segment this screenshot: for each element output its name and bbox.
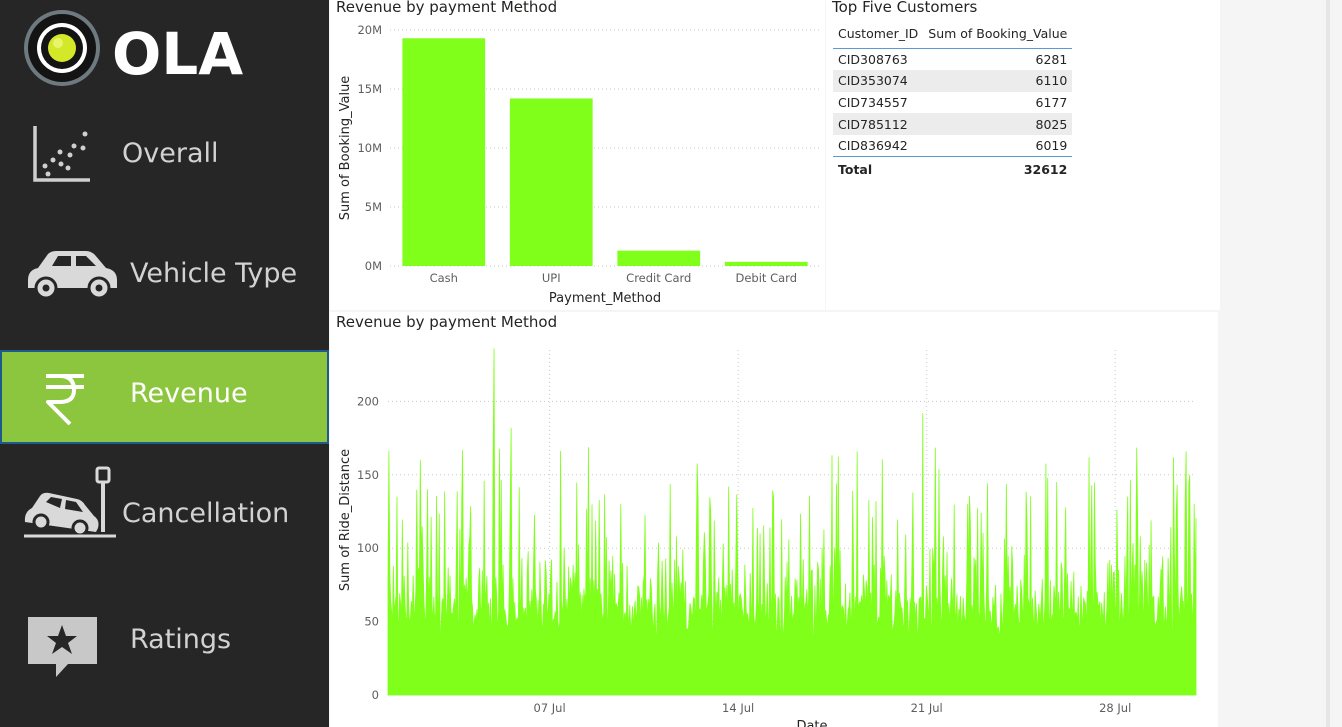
sidebar-item-overall[interactable]: Overall <box>0 106 329 200</box>
sidebar-item-label: Vehicle Type <box>130 258 298 289</box>
sidebar-item-label: Ratings <box>130 624 232 655</box>
sidebar-item-vehicle-type[interactable]: Vehicle Type <box>0 226 329 320</box>
sidebar-item-revenue[interactable]: Revenue <box>0 350 329 444</box>
ola-logo: OLA <box>24 10 243 88</box>
bar <box>617 250 701 266</box>
y-tick-label: 100 <box>357 541 379 555</box>
x-tick-label: UPI <box>542 271 561 285</box>
cell-customer-id: CID785112 <box>833 113 924 136</box>
y-axis-title: Sum of Ride_Distance <box>338 449 353 591</box>
x-tick-label: Credit Card <box>626 271 691 285</box>
y-tick-label: 150 <box>357 468 379 482</box>
x-tick-label: 07 Jul <box>534 701 566 715</box>
cell-customer-id: CID836942 <box>838 138 908 154</box>
car-icon <box>28 251 117 300</box>
y-axis-title: Sum of Booking_Value <box>338 76 353 221</box>
cell-booking-value: 6177 <box>1035 94 1068 110</box>
table-total-row: Total 32612 <box>833 156 1073 181</box>
y-tick-label: 20M <box>357 23 382 37</box>
column-header[interactable]: Sum of Booking_Value <box>923 20 1073 49</box>
table-title: Top Five Customers <box>832 0 978 16</box>
rupee-icon <box>46 374 84 426</box>
cell-booking-value: 8025 <box>923 113 1073 136</box>
top-customers-table: Customer_ID Sum of Booking_Value CID3087… <box>833 20 1073 181</box>
x-axis-title: Date <box>796 719 827 727</box>
x-tick-label: Cash <box>430 271 458 285</box>
sidebar: OLA Overall Vehicle Type Revenue Cancell… <box>0 0 329 727</box>
cell-customer-id: CID734557 <box>838 94 908 110</box>
bar <box>724 261 808 266</box>
sidebar-item-label: Overall <box>122 138 219 169</box>
y-tick-label: 0M <box>365 259 382 273</box>
x-tick-label: 28 Jul <box>1099 701 1131 715</box>
bar <box>402 38 486 267</box>
x-tick-label: 14 Jul <box>722 701 754 715</box>
logo-text: OLA <box>112 20 243 88</box>
column-header[interactable]: Customer_ID <box>833 20 924 49</box>
sidebar-item-label: Revenue <box>130 378 248 409</box>
scrollbar[interactable] <box>1326 0 1330 727</box>
car-crash-icon <box>24 466 116 538</box>
canvas-background <box>1221 0 1342 727</box>
table-row[interactable]: CID836942 6019 <box>833 135 1072 157</box>
sidebar-item-label: Cancellation <box>122 498 290 529</box>
y-tick-label: 15M <box>357 82 382 96</box>
sidebar-item-cancellation[interactable]: Cancellation <box>0 466 329 560</box>
cell-booking-value: 6019 <box>1035 138 1068 154</box>
scatter-chart-icon <box>33 126 90 182</box>
cell-booking-value: 6281 <box>1035 51 1068 67</box>
total-value: 32612 <box>923 156 1073 181</box>
x-tick-label: 21 Jul <box>911 701 943 715</box>
ride-distance-area-chart: 0 50 100 150 200 07 Jul 14 Jul 21 Jul 28 Jul Date… <box>338 348 1197 727</box>
cell-customer-id: CID353074 <box>833 69 924 92</box>
table-header-row: Customer_ID Sum of Booking_Value <box>833 20 1073 49</box>
y-tick-label: 50 <box>364 615 379 629</box>
table-row[interactable]: CID785112 8025 <box>833 113 1073 136</box>
table-row[interactable]: CID734557 6177 <box>833 92 1072 114</box>
x-axis-title: Payment_Method <box>549 291 661 306</box>
bar <box>509 98 593 266</box>
x-tick-label: Debit Card <box>736 271 798 285</box>
total-label: Total <box>833 156 924 181</box>
star-message-icon <box>28 617 97 677</box>
table-row[interactable]: CID353074 6110 <box>833 69 1073 92</box>
payment-method-bar-chart: 0M 5M 10M 15M 20M Cash UPI Credit Card Debit Car… <box>338 23 820 306</box>
ride-distance-area <box>387 348 1197 696</box>
table-row[interactable]: CID308763 6281 <box>833 48 1072 70</box>
cell-booking-value: 6110 <box>923 69 1073 92</box>
sidebar-item-ratings[interactable]: Ratings <box>0 594 329 688</box>
y-tick-label: 200 <box>357 394 379 408</box>
cell-customer-id: CID308763 <box>838 51 908 67</box>
y-tick-label: 0 <box>372 688 379 702</box>
y-tick-label: 5M <box>365 200 382 214</box>
y-tick-label: 10M <box>357 141 382 155</box>
